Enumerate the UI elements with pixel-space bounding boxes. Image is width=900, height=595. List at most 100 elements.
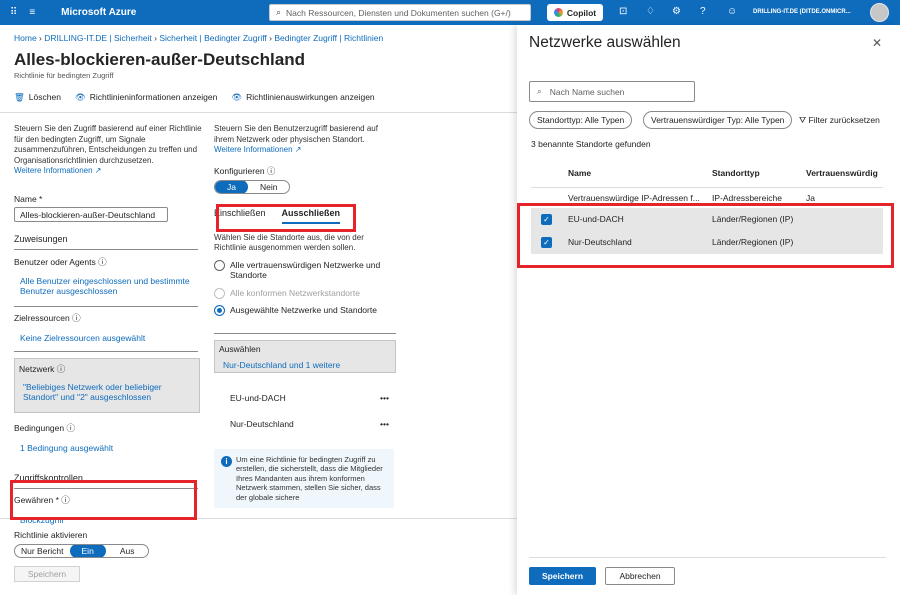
policy-impact-button[interactable]: 👁 Richtlinienauswirkungen anzeigen [231, 92, 374, 103]
copilot-button[interactable]: Copilot [547, 4, 603, 21]
target-resources-link[interactable]: Keine Zielressourcen ausgewählt [20, 333, 204, 343]
more-options-icon[interactable]: ··· [282, 54, 292, 65]
learn-more-link[interactable]: Weitere Informationen ↗ [14, 166, 101, 175]
top-bar: ⠿ ≡ Microsoft Azure ⌕ Nach Ressourcen, D… [0, 0, 900, 25]
feedback-icon[interactable]: ☺ [727, 6, 737, 17]
enable-policy-label: Richtlinie aktivieren [14, 530, 88, 540]
search-icon: ⌕ [276, 7, 282, 17]
hamburger-menu-icon[interactable]: ≡ [29, 7, 35, 18]
breadcrumb-item[interactable]: DRILLING-IT.DE | Sicherheit [44, 33, 152, 43]
close-icon[interactable]: ✕ [872, 36, 882, 50]
enable-on[interactable]: Ein [69, 545, 106, 557]
location-type-filter[interactable]: Standorttyp: Alle Typen [529, 111, 633, 129]
network-description-text: Steuern Sie den Benutzerzugriff basieren… [214, 124, 378, 144]
selected-item-name: EU-und-DACH [230, 392, 286, 403]
enable-policy-toggle[interactable]: Nur Bericht Ein Aus [14, 544, 150, 558]
name-search-input[interactable]: ⌕ Nach Name suchen [529, 81, 695, 102]
delete-button[interactable]: 🗑 Löschen [14, 92, 61, 103]
policy-description: Steuern Sie den Zugriff basierend auf ei… [14, 124, 204, 177]
filter-icon: ⛛ [799, 115, 809, 125]
global-search-input[interactable]: ⌕ Nach Ressourcen, Diensten und Dokument… [269, 4, 531, 21]
selected-item-row: EU-und-DACH ••• [214, 393, 396, 405]
settings-gear-icon[interactable]: ⚙ [672, 6, 681, 17]
highlight-box [216, 204, 356, 232]
brand-name[interactable]: Microsoft Azure [61, 7, 136, 18]
divider [14, 248, 198, 250]
policy-name-field[interactable]: Alles-blockieren-außer-Deutschland [14, 206, 168, 222]
row-trusted: Ja [806, 193, 815, 203]
network-selection-link[interactable]: "Beliebiges Netzwerk oder beliebiger Sta… [23, 382, 195, 403]
column-header-trusted[interactable]: Vertrauenswürdig [806, 168, 878, 178]
target-resources-label: Zielressourcen ⓘ [14, 312, 81, 323]
save-policy-button[interactable]: Speichern [14, 566, 80, 582]
info-text: Um eine Richtlinie für bedingten Zugriff… [236, 454, 383, 502]
conditions-link[interactable]: 1 Bedingung ausgewählt [20, 443, 204, 453]
select-networks-panel: Netzwerke auswählen ✕ ⌕ Nach Name suchen… [517, 25, 900, 595]
radio-selected-label: Ausgewählte Netzwerke und Standorte [230, 304, 377, 315]
radio-trusted-networks[interactable]: Alle vertrauenswürdigen Netzwerke und St… [214, 259, 400, 281]
portal-menu-icon[interactable]: ⠿ [10, 7, 17, 18]
learn-more-link[interactable]: Weitere Informationen ↗ [214, 145, 301, 154]
configure-label: Konfigurieren ⓘ [214, 165, 276, 176]
users-label: Benutzer oder Agents ⓘ [14, 256, 107, 267]
item-more-icon[interactable]: ••• [380, 393, 389, 403]
column-header-type[interactable]: Standorttyp [712, 168, 760, 178]
radio-trusted-label: Alle vertrauenswürdigen Netzwerke und St… [230, 259, 381, 281]
radio-compliant-networks: Alle konformen Netzwerkstandorte [214, 287, 400, 299]
users-selection-link[interactable]: Alle Benutzer eingeschlossen und bestimm… [20, 276, 204, 297]
search-placeholder: Nach Ressourcen, Diensten und Dokumenten… [286, 7, 511, 18]
policy-settings-column: Steuern Sie den Zugriff basierend auf ei… [14, 124, 204, 525]
policy-info-label: Richtlinieninformationen anzeigen [89, 92, 218, 102]
radio-selected-networks[interactable]: Ausgewählte Netzwerke und Standorte [214, 304, 400, 316]
divider [529, 557, 886, 558]
enable-off[interactable]: Aus [106, 545, 149, 557]
divider [214, 332, 396, 334]
radio-icon [214, 287, 225, 299]
configure-no[interactable]: Nein [248, 181, 289, 193]
trusted-type-filter[interactable]: Vertrauenswürdiger Typ: Alle Typen [643, 111, 793, 129]
search-placeholder: Nach Name suchen [549, 86, 625, 97]
assignments-heading: Zuweisungen [14, 233, 68, 244]
save-button[interactable]: Speichern [529, 567, 596, 585]
row-name: Vertrauenswürdige IP-Adressen f... [568, 193, 700, 203]
policy-info-button[interactable]: 👁 Richtlinieninformationen anzeigen [75, 92, 217, 103]
divider [14, 350, 198, 352]
divider [0, 112, 517, 113]
cancel-button[interactable]: Abbrechen [605, 567, 675, 585]
item-more-icon[interactable]: ••• [380, 419, 389, 429]
user-avatar[interactable] [870, 3, 889, 22]
configure-yes[interactable]: Ja [215, 180, 248, 193]
eye-icon: 👁 [74, 92, 86, 102]
network-settings-column: Steuern Sie den Benutzerzugriff basieren… [214, 124, 400, 508]
info-message: i Um eine Richtlinie für bedingten Zugri… [214, 448, 394, 508]
network-section[interactable]: Netzwerk ⓘ "Beliebiges Netzwerk oder bel… [14, 357, 200, 413]
breadcrumb-item[interactable]: Bedingter Zugriff | Richtlinien [274, 33, 383, 43]
account-directory[interactable]: DRILLING-IT.DE (DITDE.ONMICR... [753, 9, 851, 15]
search-icon: ⌕ [537, 86, 542, 96]
breadcrumb: Home › DRILLING-IT.DE | Sicherheit › Sic… [14, 33, 384, 43]
radio-compliant-label: Alle konformen Netzwerkstandorte [230, 287, 360, 298]
policy-impact-label: Richtlinienauswirkungen anzeigen [246, 92, 375, 102]
notifications-icon[interactable]: ♢ [646, 6, 655, 17]
results-count: 3 benannte Standorte gefunden [531, 139, 651, 149]
selected-item-row: Nur-Deutschland ••• [214, 419, 396, 431]
reset-filter-button[interactable]: ⛛ Filter zurücksetzen [799, 115, 880, 126]
column-header-name[interactable]: Name [568, 168, 591, 178]
eye-icon: 👁 [231, 92, 243, 102]
select-networks-link[interactable]: Nur-Deutschland und 1 weitere [223, 360, 391, 370]
configure-toggle[interactable]: Ja Nein [214, 179, 291, 194]
cloud-shell-icon[interactable]: ⊡ [619, 6, 627, 17]
highlight-box [517, 203, 894, 268]
copilot-icon [553, 8, 563, 17]
row-type: IP-Adressbereiche [712, 193, 782, 203]
reset-filter-label: Filter zurücksetzen [808, 115, 880, 125]
breadcrumb-item[interactable]: Sicherheit | Bedingter Zugriff [159, 33, 266, 43]
name-label: Name * [14, 193, 43, 204]
select-networks-block[interactable]: Auswählen Nur-Deutschland und 1 weitere [214, 339, 396, 373]
enable-report-only[interactable]: Nur Bericht [15, 545, 70, 557]
divider [14, 305, 198, 307]
help-icon[interactable]: ? [700, 6, 706, 17]
trash-icon: 🗑 [14, 92, 25, 102]
radio-selected-icon [214, 304, 225, 316]
breadcrumb-item[interactable]: Home [14, 33, 37, 43]
